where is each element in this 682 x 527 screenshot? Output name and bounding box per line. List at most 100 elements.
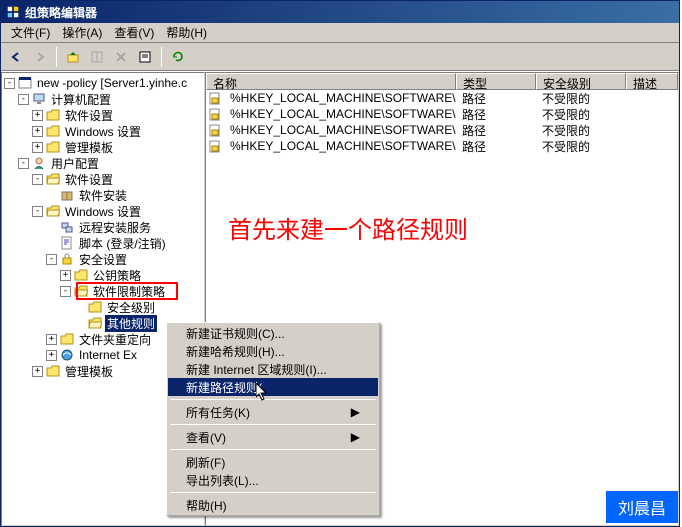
- expand-icon[interactable]: +: [32, 110, 43, 121]
- folder-open-icon: [45, 171, 61, 187]
- tree-sw-restrict[interactable]: -软件限制策略: [4, 283, 202, 299]
- menu-separator: [170, 399, 376, 400]
- collapse-icon[interactable]: -: [60, 286, 71, 297]
- script-icon: [59, 235, 75, 251]
- collapse-icon[interactable]: -: [18, 158, 29, 169]
- list-header: 名称 类型 安全级别 描述: [206, 73, 678, 90]
- tree-win-settings[interactable]: +Windows 设置: [4, 123, 202, 139]
- tree-sw-settings2[interactable]: -软件设置: [4, 171, 202, 187]
- network-icon: [59, 219, 75, 235]
- tree-scripts[interactable]: 脚本 (登录/注销): [4, 235, 202, 251]
- menu-action[interactable]: 操作(A): [56, 22, 108, 43]
- context-menu: 新建证书规则(C)... 新建哈希规则(H)... 新建 Internet 区域…: [166, 322, 380, 516]
- tree-root[interactable]: -new -policy [Server1.yinhe.c: [4, 75, 202, 91]
- collapse-icon[interactable]: -: [32, 174, 43, 185]
- cell-name: %HKEY_LOCAL_MACHINE\SOFTWARE\Micro...: [224, 91, 456, 105]
- properties-button[interactable]: [134, 46, 156, 68]
- cell-name: %HKEY_LOCAL_MACHINE\SOFTWARE\Micro...: [224, 107, 456, 121]
- forward-button[interactable]: [29, 46, 51, 68]
- ie-icon: [59, 347, 75, 363]
- tree-admin-tmpl[interactable]: +管理模板: [4, 139, 202, 155]
- menu-separator: [170, 449, 376, 450]
- tree-user-cfg[interactable]: -用户配置: [4, 155, 202, 171]
- col-type[interactable]: 类型: [456, 73, 536, 90]
- back-button[interactable]: [5, 46, 27, 68]
- package-icon: [59, 187, 75, 203]
- col-level[interactable]: 安全级别: [536, 73, 626, 90]
- rule-icon: [208, 91, 224, 105]
- menu-file[interactable]: 文件(F): [5, 22, 56, 43]
- folder-icon: [45, 107, 61, 123]
- ctx-help[interactable]: 帮助(H): [168, 496, 378, 514]
- expand-icon[interactable]: +: [60, 270, 71, 281]
- expand-icon[interactable]: +: [32, 366, 43, 377]
- tree-sec-settings[interactable]: -安全设置: [4, 251, 202, 267]
- folder-icon: [73, 267, 89, 283]
- menu-view[interactable]: 查看(V): [108, 22, 160, 43]
- col-desc[interactable]: 描述: [626, 73, 678, 90]
- cell-type: 路径: [456, 106, 536, 123]
- show-hide-button[interactable]: [86, 46, 108, 68]
- ctx-refresh[interactable]: 刷新(F): [168, 453, 378, 471]
- folder-open-icon: [73, 283, 89, 299]
- computer-icon: [31, 91, 47, 107]
- tree-computer-cfg[interactable]: -计算机配置: [4, 91, 202, 107]
- list-row[interactable]: %HKEY_LOCAL_MACHINE\SOFTWARE\Micro...路径不…: [206, 138, 678, 154]
- tree-sec-level[interactable]: 安全级别: [4, 299, 202, 315]
- ctx-all-tasks[interactable]: 所有任务(K)▶: [168, 403, 378, 421]
- list-row[interactable]: %HKEY_LOCAL_MACHINE\SOFTWARE\Micro...路径不…: [206, 122, 678, 138]
- menu-help[interactable]: 帮助(H): [160, 22, 213, 43]
- collapse-icon[interactable]: -: [18, 94, 29, 105]
- policy-icon: [17, 75, 33, 91]
- tree-win-settings2[interactable]: -Windows 设置: [4, 203, 202, 219]
- cell-type: 路径: [456, 138, 536, 155]
- tree-pubkey[interactable]: +公钥策略: [4, 267, 202, 283]
- ctx-new-zone[interactable]: 新建 Internet 区域规则(I)...: [168, 360, 378, 378]
- menu-separator: [170, 492, 376, 493]
- expand-icon[interactable]: +: [46, 350, 57, 361]
- ctx-new-hash[interactable]: 新建哈希规则(H)...: [168, 342, 378, 360]
- cell-level: 不受限的: [536, 138, 626, 155]
- collapse-icon[interactable]: -: [4, 78, 15, 89]
- collapse-icon[interactable]: -: [32, 206, 43, 217]
- cell-type: 路径: [456, 122, 536, 139]
- menubar: 文件(F) 操作(A) 查看(V) 帮助(H): [1, 23, 679, 43]
- delete-button[interactable]: [110, 46, 132, 68]
- col-name[interactable]: 名称: [206, 73, 456, 90]
- toolbar-separator: [161, 47, 162, 67]
- cell-level: 不受限的: [536, 90, 626, 107]
- author-tag: 刘晨昌: [606, 491, 678, 523]
- menu-separator: [170, 424, 376, 425]
- folder-icon: [87, 299, 103, 315]
- ctx-new-cert[interactable]: 新建证书规则(C)...: [168, 324, 378, 342]
- list-row[interactable]: %HKEY_LOCAL_MACHINE\SOFTWARE\Micro...路径不…: [206, 106, 678, 122]
- folder-open-icon: [87, 315, 103, 331]
- expand-icon[interactable]: +: [32, 142, 43, 153]
- toolbar-separator: [56, 47, 57, 67]
- folder-icon: [59, 331, 75, 347]
- refresh-button[interactable]: [167, 46, 189, 68]
- expand-icon[interactable]: +: [46, 334, 57, 345]
- window-title: 组策略编辑器: [25, 4, 97, 21]
- user-icon: [31, 155, 47, 171]
- expand-icon[interactable]: +: [32, 126, 43, 137]
- lock-icon: [59, 251, 75, 267]
- folder-icon: [45, 123, 61, 139]
- ctx-export[interactable]: 导出列表(L)...: [168, 471, 378, 489]
- tree-sw-settings[interactable]: +软件设置: [4, 107, 202, 123]
- cell-name: %HKEY_LOCAL_MACHINE\SOFTWARE\Micro...: [224, 139, 456, 153]
- cell-level: 不受限的: [536, 122, 626, 139]
- list-row[interactable]: %HKEY_LOCAL_MACHINE\SOFTWARE\Micro...路径不…: [206, 90, 678, 106]
- folder-icon: [45, 363, 61, 379]
- titlebar[interactable]: 组策略编辑器: [1, 1, 679, 23]
- ctx-view[interactable]: 查看(V)▶: [168, 428, 378, 446]
- folder-open-icon: [45, 203, 61, 219]
- rule-icon: [208, 139, 224, 153]
- tree-remote-install[interactable]: 远程安装服务: [4, 219, 202, 235]
- cell-level: 不受限的: [536, 106, 626, 123]
- ctx-new-path[interactable]: 新建路径规则(: [168, 378, 378, 396]
- rule-icon: [208, 123, 224, 137]
- tree-sw-install[interactable]: 软件安装: [4, 187, 202, 203]
- up-button[interactable]: [62, 46, 84, 68]
- collapse-icon[interactable]: -: [46, 254, 57, 265]
